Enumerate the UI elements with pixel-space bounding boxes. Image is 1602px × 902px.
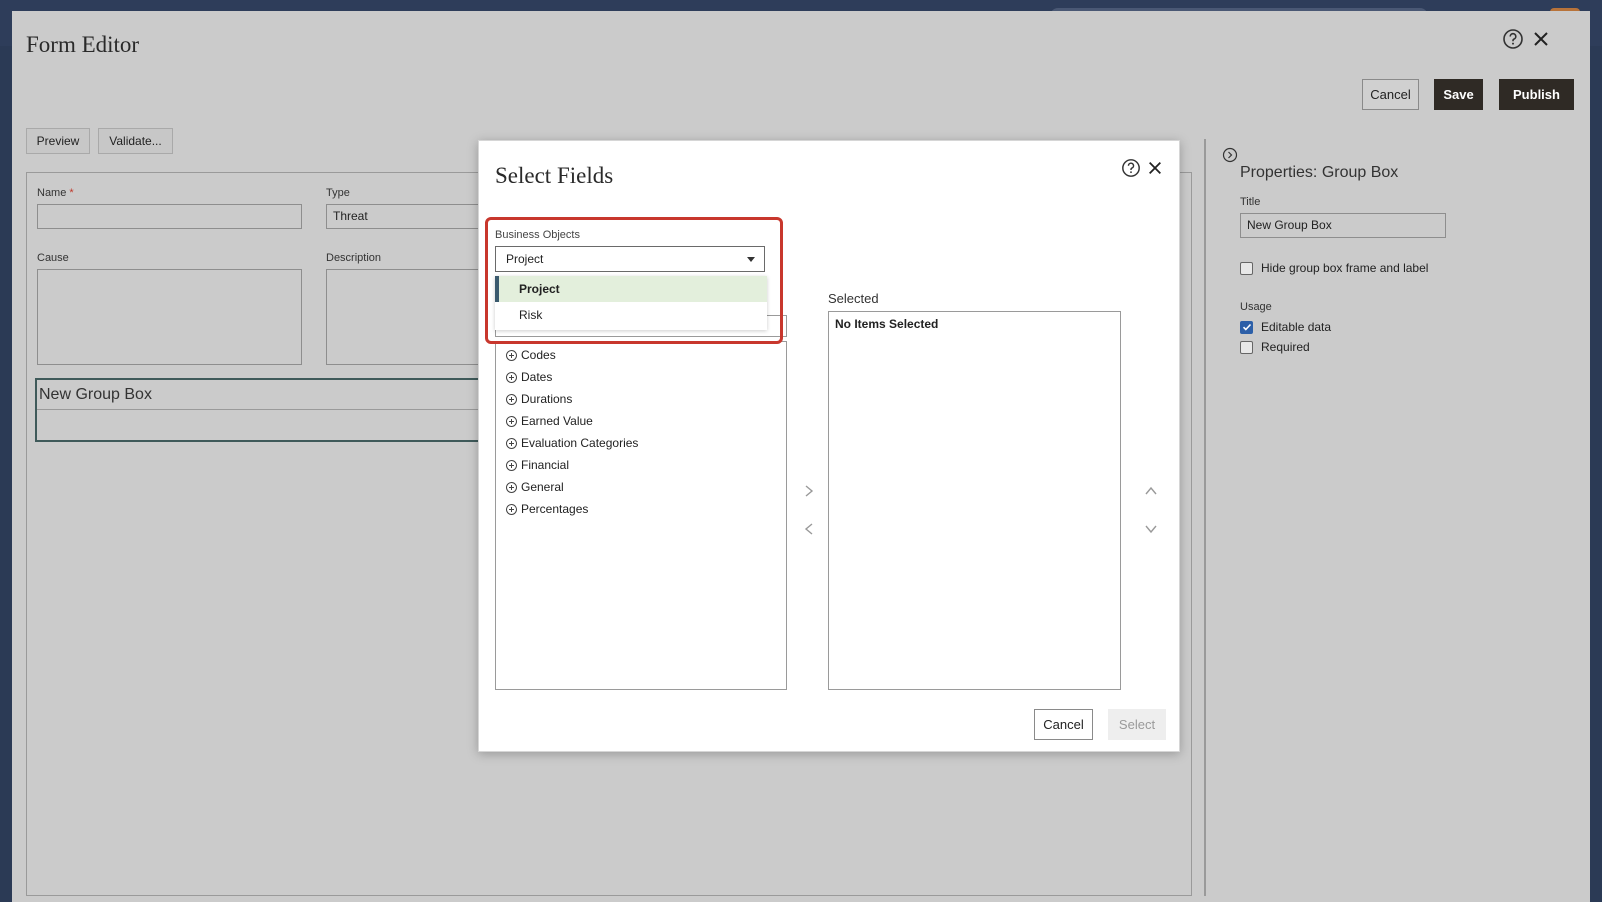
- dropdown-option-project[interactable]: Project: [495, 276, 767, 302]
- panel-divider[interactable]: [1204, 139, 1206, 896]
- help-icon[interactable]: [1502, 28, 1524, 50]
- tree-item-financial[interactable]: Financial: [506, 458, 569, 472]
- required-checkbox-row[interactable]: Required: [1240, 340, 1310, 354]
- move-right-icon[interactable]: [799, 481, 819, 501]
- tree-item-general[interactable]: General: [506, 480, 564, 494]
- collapse-panel-icon[interactable]: [1222, 147, 1238, 168]
- checkmark-icon: [1242, 323, 1251, 331]
- select-fields-dialog: Select Fields Business Objects Project P…: [478, 140, 1180, 752]
- business-objects-value: Project: [506, 252, 544, 266]
- business-objects-select[interactable]: Project: [495, 246, 765, 272]
- page-title: Form Editor: [26, 32, 140, 57]
- preview-button[interactable]: Preview: [26, 128, 90, 154]
- dialog-cancel-button[interactable]: Cancel: [1034, 709, 1093, 740]
- expand-icon[interactable]: [506, 349, 517, 361]
- editable-checkbox-row[interactable]: Editable data: [1240, 320, 1331, 334]
- cause-field[interactable]: [37, 269, 302, 365]
- tree-item-codes[interactable]: Codes: [506, 348, 556, 362]
- dialog-select-button[interactable]: Select: [1108, 709, 1166, 740]
- required-checkbox[interactable]: [1240, 340, 1253, 354]
- dropdown-option-risk[interactable]: Risk: [495, 302, 767, 328]
- expand-icon[interactable]: [506, 437, 517, 449]
- type-label: Type: [326, 187, 350, 199]
- expand-icon[interactable]: [506, 393, 517, 405]
- editable-checkbox[interactable]: [1240, 320, 1253, 334]
- dialog-close-icon[interactable]: [1144, 157, 1166, 179]
- selected-fields-list[interactable]: No Items Selected: [828, 311, 1121, 690]
- tree-item-durations[interactable]: Durations: [506, 392, 572, 406]
- business-objects-dropdown: Project Risk: [495, 276, 767, 330]
- group-box[interactable]: New Group Box: [35, 378, 495, 442]
- description-field[interactable]: [326, 269, 496, 365]
- hide-frame-checkbox[interactable]: [1240, 261, 1253, 275]
- tree-item-earned-value[interactable]: Earned Value: [506, 414, 593, 428]
- type-field[interactable]: Threat: [326, 204, 496, 229]
- title-label: Title: [1240, 196, 1261, 208]
- move-left-icon[interactable]: [799, 519, 819, 539]
- hide-frame-label: Hide group box frame and label: [1261, 261, 1429, 275]
- expand-icon[interactable]: [506, 459, 517, 471]
- no-items-text: No Items Selected: [835, 317, 939, 331]
- expand-icon[interactable]: [506, 371, 517, 383]
- usage-label: Usage: [1240, 301, 1272, 313]
- cause-label: Cause: [37, 252, 69, 264]
- chevron-down-icon: [747, 257, 755, 262]
- available-fields-list[interactable]: Codes Dates Durations Earned Value Evalu…: [495, 341, 787, 690]
- hide-frame-checkbox-row[interactable]: Hide group box frame and label: [1240, 261, 1428, 275]
- validate-button[interactable]: Validate...: [98, 128, 173, 154]
- required-label: Required: [1261, 340, 1310, 354]
- name-field[interactable]: [37, 204, 302, 229]
- dialog-title: Select Fields: [495, 163, 614, 188]
- cancel-button[interactable]: Cancel: [1362, 79, 1419, 110]
- name-label: Name *: [37, 187, 74, 199]
- group-box-title: New Group Box: [39, 386, 152, 403]
- publish-button[interactable]: Publish: [1499, 79, 1574, 110]
- business-objects-label: Business Objects: [495, 229, 580, 241]
- group-box-divider: [37, 409, 493, 410]
- editable-label: Editable data: [1261, 320, 1332, 334]
- title-input[interactable]: New Group Box: [1240, 213, 1446, 238]
- tree-item-dates[interactable]: Dates: [506, 370, 552, 384]
- properties-title: Properties: Group Box: [1240, 164, 1399, 181]
- move-up-icon[interactable]: [1141, 481, 1161, 501]
- move-down-icon[interactable]: [1141, 519, 1161, 539]
- save-button[interactable]: Save: [1434, 79, 1483, 110]
- description-label: Description: [326, 252, 382, 264]
- tree-item-percentages[interactable]: Percentages: [506, 502, 588, 516]
- dialog-help-icon[interactable]: [1120, 157, 1142, 179]
- selected-label: Selected: [828, 291, 879, 306]
- expand-icon[interactable]: [506, 415, 517, 427]
- close-icon[interactable]: [1530, 28, 1552, 50]
- expand-icon[interactable]: [506, 503, 517, 515]
- tree-item-evaluation-categories[interactable]: Evaluation Categories: [506, 436, 638, 450]
- expand-icon[interactable]: [506, 481, 517, 493]
